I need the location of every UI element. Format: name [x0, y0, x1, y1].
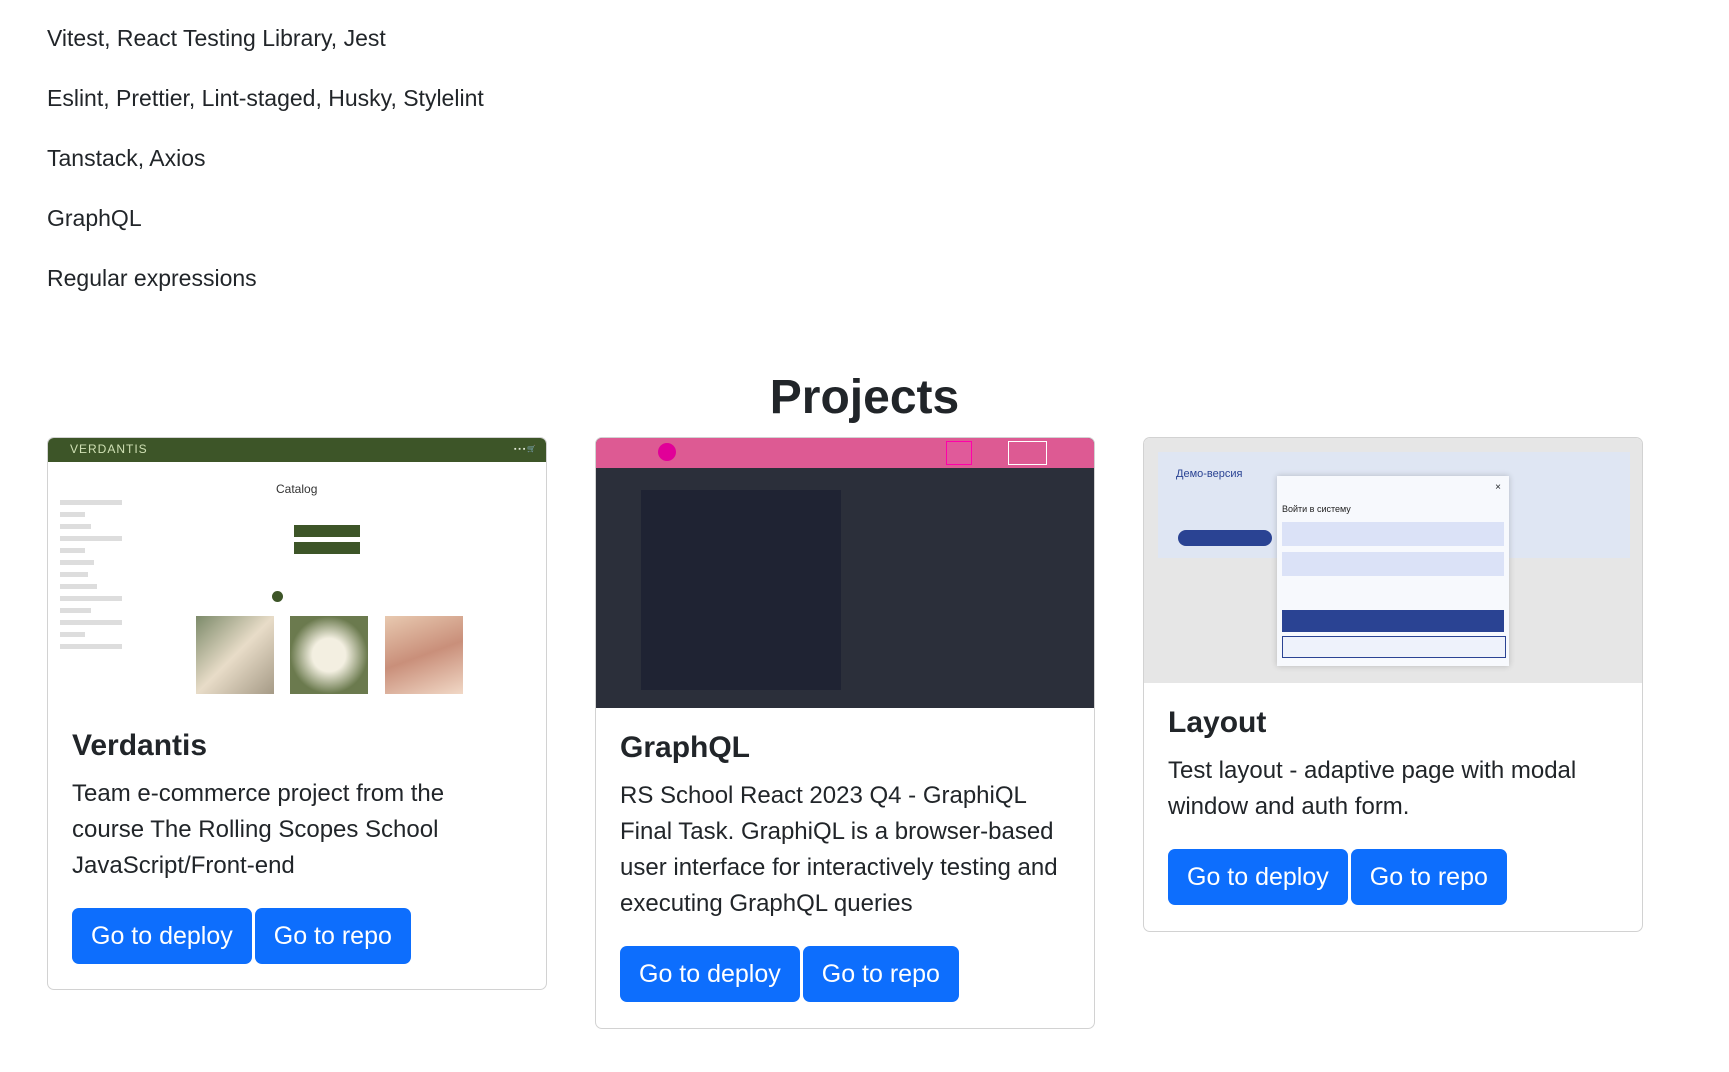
close-icon: × [1495, 482, 1501, 493]
card-body: Verdantis Team e-commerce project from t… [48, 706, 546, 988]
preview-alt-button [1282, 636, 1506, 658]
go-to-deploy-button[interactable]: Go to deploy [620, 946, 800, 1002]
preview-heading: Демо-версия [1176, 468, 1243, 480]
skill-item: Eslint, Prettier, Lint-staged, Husky, St… [47, 85, 484, 111]
preview-try-button [1178, 530, 1272, 546]
preview-product-image [385, 616, 463, 694]
preview-navbar: VERDANTIS ▪ ▪ ▪ 🛒 [48, 438, 546, 462]
preview-editor-area [596, 468, 1094, 698]
project-card-layout: Демо-версия Войти в систему × Layout Tes… [1143, 437, 1643, 932]
skill-item: Tanstack, Axios [47, 145, 206, 171]
preview-header [596, 438, 1094, 468]
card-body: Layout Test layout - adaptive page with … [1144, 683, 1642, 929]
preview-product-image [196, 616, 274, 694]
preview-login-button [1282, 610, 1504, 632]
preview-logo: VERDANTIS [70, 442, 148, 456]
preview-pagination [272, 591, 283, 602]
graphql-preview-image [596, 438, 1094, 708]
preview-reset-button [294, 542, 360, 554]
card-title: GraphQL [620, 731, 751, 764]
preview-query-editor [641, 490, 841, 690]
go-to-repo-button[interactable]: Go to repo [802, 946, 959, 1002]
projects-heading: Projects [769, 371, 960, 424]
card-body: GraphQL RS School React 2023 Q4 - Graphi… [596, 708, 1094, 1026]
preview-catalog-heading: Catalog [276, 482, 318, 496]
skill-item: Vitest, React Testing Library, Jest [47, 25, 386, 51]
preview-auth-modal: Войти в систему × [1277, 476, 1509, 666]
graphql-logo-icon [658, 443, 676, 461]
preview-sidebar [60, 500, 122, 656]
preview-lang-button [946, 441, 972, 465]
layout-preview-image: Демо-версия Войти в систему × [1144, 438, 1642, 683]
skill-item: Regular expressions [47, 265, 257, 291]
preview-password-field [1282, 552, 1504, 576]
go-to-deploy-button[interactable]: Go to deploy [72, 908, 252, 964]
go-to-deploy-button[interactable]: Go to deploy [1168, 849, 1348, 905]
card-description: Test layout - adaptive page with modal w… [1168, 757, 1577, 820]
card-description: RS School React 2023 Q4 - GraphiQL Final… [620, 782, 1058, 917]
skills-list: Vitest, React Testing Library, Jest Esli… [47, 22, 484, 322]
card-title: Verdantis [72, 729, 208, 762]
project-card-graphql: GraphQL RS School React 2023 Q4 - Graphi… [595, 437, 1095, 1029]
preview-signout-button [1008, 441, 1047, 465]
skill-item: GraphQL [47, 205, 142, 231]
preview-nav-links: ▪ ▪ ▪ 🛒 [514, 446, 536, 453]
verdantis-preview-image: VERDANTIS ▪ ▪ ▪ 🛒 Catalog [48, 438, 546, 706]
preview-product-image [290, 616, 368, 694]
preview-apply-button [294, 525, 360, 537]
project-card-verdantis: VERDANTIS ▪ ▪ ▪ 🛒 Catalog Verdantis Team… [47, 437, 547, 990]
card-description: Team e-commerce project from the course … [72, 780, 445, 879]
go-to-repo-button[interactable]: Go to repo [1350, 849, 1507, 905]
card-title: Layout [1168, 706, 1267, 739]
go-to-repo-button[interactable]: Go to repo [254, 908, 411, 964]
preview-modal-title: Войти в систему [1282, 504, 1351, 514]
preview-email-field [1282, 522, 1504, 546]
